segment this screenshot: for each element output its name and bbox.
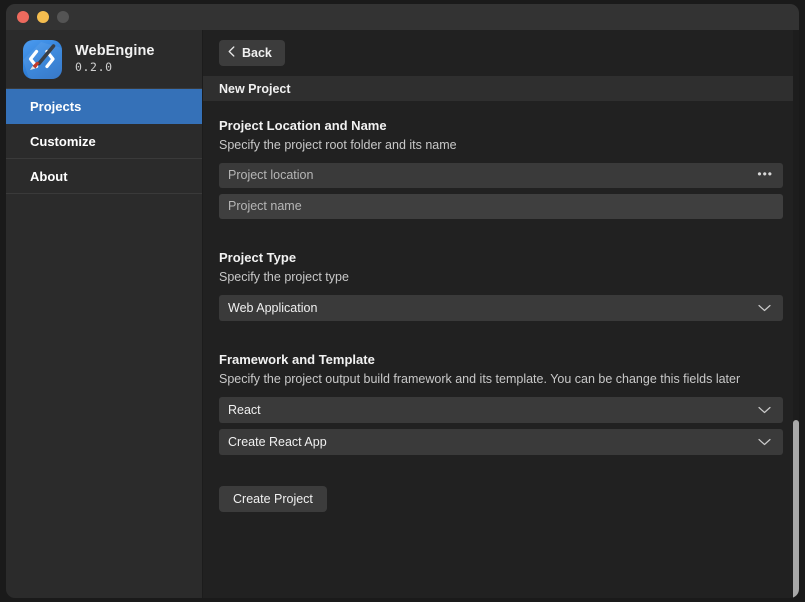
app-name: WebEngine	[75, 43, 155, 59]
section-subtitle-type: Specify the project type	[219, 270, 349, 284]
project-type-select[interactable]: Web Application	[219, 295, 783, 321]
back-button-label: Back	[242, 46, 272, 60]
section-subtitle-location: Specify the project root folder and its …	[219, 138, 457, 152]
chevron-left-icon	[228, 46, 235, 60]
create-project-button[interactable]: Create Project	[219, 486, 327, 512]
section-title-type: Project Type	[219, 250, 297, 265]
sidebar-item-label: Customize	[30, 133, 96, 149]
ellipsis-icon[interactable]: •••	[757, 168, 773, 183]
template-select[interactable]: Create React App	[219, 429, 783, 455]
section-title-framework: Framework and Template	[219, 352, 375, 367]
body-split: WebEngine 0.2.0 Projects Customize About	[6, 30, 799, 598]
project-name-field[interactable]: Project name	[219, 194, 783, 219]
sidebar: WebEngine 0.2.0 Projects Customize About	[6, 30, 203, 598]
sidebar-item-label: Projects	[30, 98, 82, 114]
brand: WebEngine 0.2.0	[6, 30, 202, 89]
sidebar-item-label: About	[30, 168, 68, 184]
sidebar-nav: Projects Customize About	[6, 89, 202, 194]
section-title-location: Project Location and Name	[219, 118, 387, 133]
sidebar-item-customize[interactable]: Customize	[6, 124, 202, 159]
main-content: Back New Project Project Location and Na…	[203, 30, 799, 598]
section-subtitle-framework: Specify the project output build framewo…	[219, 372, 741, 386]
project-location-input[interactable]: Project location	[228, 163, 757, 188]
maximize-window-button[interactable]	[57, 11, 69, 23]
sidebar-item-about[interactable]: About	[6, 159, 202, 194]
close-window-button[interactable]	[17, 11, 29, 23]
chevron-down-icon[interactable]	[758, 433, 771, 451]
scrollbar-track[interactable]	[793, 30, 799, 598]
project-name-input[interactable]: Project name	[228, 194, 773, 219]
app-version: 0.2.0	[75, 60, 113, 74]
chevron-down-icon[interactable]	[758, 299, 771, 317]
project-type-value: Web Application	[228, 301, 318, 315]
code-brush-icon	[23, 39, 62, 79]
back-button[interactable]: Back	[219, 40, 285, 66]
chevron-down-icon[interactable]	[758, 401, 771, 419]
page-title: New Project	[203, 76, 799, 101]
template-value: Create React App	[228, 435, 327, 449]
project-location-field[interactable]: Project location •••	[219, 163, 783, 188]
brand-text: WebEngine 0.2.0	[75, 43, 155, 75]
minimize-window-button[interactable]	[37, 11, 49, 23]
sidebar-item-projects[interactable]: Projects	[6, 89, 202, 124]
scrollbar-thumb[interactable]	[793, 420, 799, 598]
app-window: WebEngine 0.2.0 Projects Customize About	[6, 4, 799, 598]
toolbar: Back	[203, 30, 799, 76]
framework-select[interactable]: React	[219, 397, 783, 423]
titlebar	[6, 4, 799, 30]
page-title-label: New Project	[219, 81, 291, 96]
new-project-form: Project Location and Name Specify the pr…	[203, 101, 799, 598]
framework-value: React	[228, 403, 261, 417]
